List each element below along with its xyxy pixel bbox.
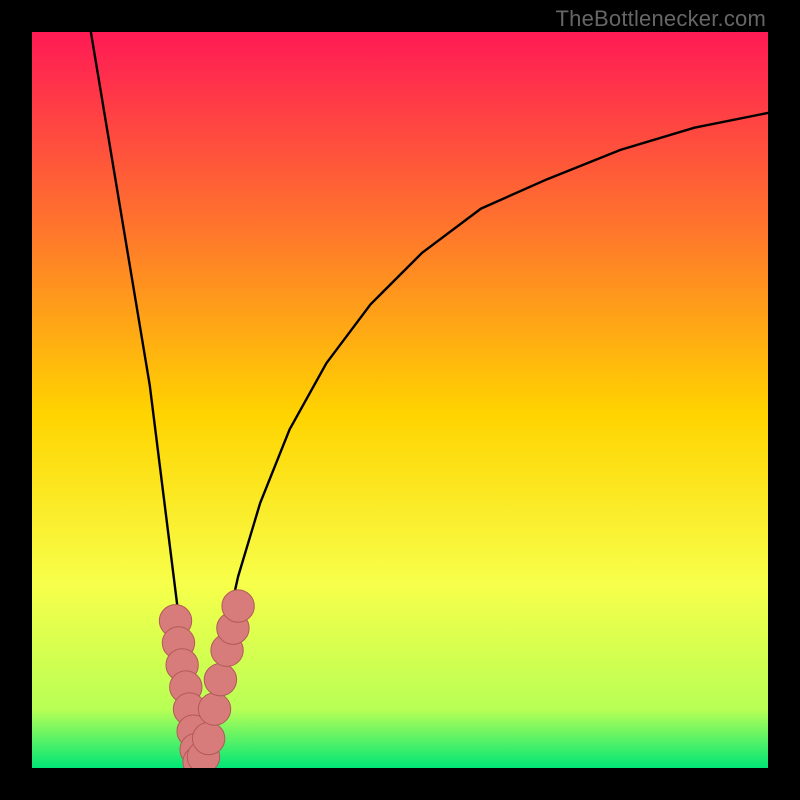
chart-frame: TheBottlenecker.com <box>0 0 800 800</box>
site-watermark: TheBottlenecker.com <box>556 6 766 32</box>
data-marker <box>204 663 236 695</box>
plot-area <box>32 32 768 768</box>
bottleneck-curve <box>32 32 768 768</box>
data-marker <box>222 590 254 622</box>
data-marker <box>192 722 224 754</box>
data-marker <box>198 693 230 725</box>
curve-right-branch <box>199 113 768 768</box>
